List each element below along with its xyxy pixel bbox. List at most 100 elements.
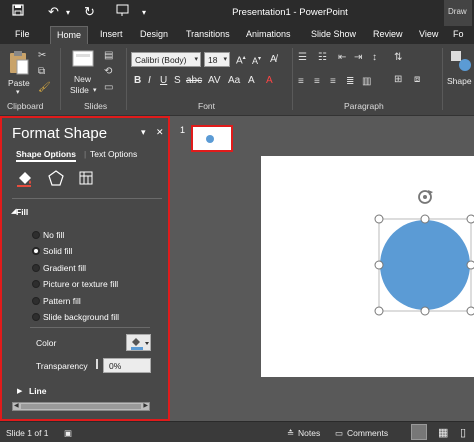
normal-view-icon[interactable] — [411, 424, 427, 440]
option-label: Gradient fill — [43, 263, 86, 273]
fill-section-header[interactable]: Fill — [16, 207, 28, 217]
shapes-button[interactable]: Shape — [447, 76, 472, 86]
justify-icon[interactable]: ≣ — [346, 76, 354, 87]
reading-view-icon[interactable]: ▯ — [460, 426, 466, 439]
character-spacing-icon[interactable]: AV — [208, 75, 221, 86]
radio-indicator — [32, 313, 40, 321]
save-icon[interactable] — [12, 4, 24, 19]
tab-transitions[interactable]: Transitions — [186, 29, 230, 39]
font-name-select[interactable]: Calibri (Body) ▾ — [131, 52, 201, 67]
tab-home[interactable]: Home — [50, 26, 89, 44]
highlight-icon[interactable]: A — [248, 75, 255, 86]
new-slide-icon[interactable] — [72, 50, 94, 68]
paste-button[interactable]: Paste — [8, 78, 30, 88]
new-slide-label[interactable]: New — [74, 74, 91, 84]
size-properties-icon[interactable] — [78, 170, 94, 186]
change-case-icon[interactable]: Aa — [228, 75, 240, 86]
tab-file[interactable]: File — [15, 29, 30, 39]
scroll-right-icon[interactable]: ▶ — [143, 402, 148, 409]
format-painter-icon[interactable]: 🖌 — [38, 82, 51, 93]
align-center-icon[interactable]: ≡ — [314, 76, 320, 87]
new-slide-button[interactable]: Slide — [70, 85, 89, 95]
format-shape-pane: Format Shape ▾ ✕ Shape Options | Text Op… — [0, 116, 170, 421]
shadow-icon[interactable]: S — [174, 75, 181, 86]
slide-thumbnail[interactable] — [191, 125, 233, 152]
align-text-icon[interactable]: ⊞ — [394, 74, 402, 85]
window-title: Presentation1 - PowerPoint — [232, 7, 348, 18]
radio-indicator — [32, 280, 40, 288]
tab-view[interactable]: View — [419, 29, 438, 39]
font-size-value: 18 — [208, 55, 218, 65]
tab-design[interactable]: Design — [140, 29, 168, 39]
fill-line-icon[interactable] — [16, 170, 32, 187]
increase-font-icon[interactable]: A▴ — [236, 54, 246, 66]
paragraph-group-label: Paragraph — [344, 101, 384, 111]
slide-sorter-icon[interactable]: ▦ — [438, 426, 448, 439]
spell-check-icon[interactable]: ▣ — [64, 428, 72, 439]
customize-quick-access-icon[interactable]: ▾ — [142, 8, 146, 17]
font-name-value: Calibri (Body) — [135, 55, 187, 65]
section-icon[interactable]: ▭ — [104, 82, 113, 93]
thumbnail-circle — [206, 135, 214, 143]
bullets-icon[interactable]: ☰ — [298, 52, 307, 63]
pane-options-icon[interactable]: ▾ — [141, 127, 146, 138]
shapes-icon[interactable] — [450, 50, 472, 72]
underline-icon[interactable]: U — [160, 75, 167, 86]
font-color-icon[interactable]: A — [266, 75, 273, 86]
start-from-beginning-icon[interactable] — [116, 4, 129, 19]
effects-icon[interactable] — [48, 170, 64, 186]
transparency-input[interactable]: 0% — [103, 358, 151, 373]
line-expand-icon[interactable]: ▶ — [17, 387, 22, 395]
scrollbar-thumb[interactable] — [21, 404, 141, 409]
notes-icon[interactable]: ≛ — [287, 428, 294, 439]
option-label: Slide background fill — [43, 312, 120, 322]
paste-icon[interactable] — [8, 50, 30, 76]
comments-icon[interactable]: ▭ — [335, 428, 343, 439]
comments-button[interactable]: Comments — [347, 428, 388, 438]
cut-icon[interactable]: ✂ — [38, 50, 46, 61]
new-slide-dropdown-icon[interactable]: ▾ — [93, 86, 97, 94]
numbering-icon[interactable]: ☷ — [318, 52, 327, 63]
decrease-font-icon[interactable]: A▾ — [252, 55, 261, 66]
font-size-select[interactable]: 18 ▾ — [204, 52, 230, 67]
ribbon-tabs: File Home Insert Design Transitions Anim… — [0, 26, 474, 44]
tab-shape-options[interactable]: Shape Options — [16, 149, 76, 162]
redo-icon[interactable]: ↻ — [84, 4, 95, 20]
tab-insert[interactable]: Insert — [100, 29, 123, 39]
transparency-label: Transparency — [36, 361, 88, 371]
circle-shape[interactable] — [368, 186, 474, 316]
layout-icon[interactable]: ▤ — [104, 50, 113, 61]
bold-icon[interactable]: B — [134, 75, 141, 86]
paste-dropdown-icon[interactable]: ▾ — [16, 88, 20, 96]
tab-review[interactable]: Review — [373, 29, 403, 39]
tab-format[interactable]: Fo — [453, 29, 464, 39]
align-left-icon[interactable]: ≡ — [298, 76, 304, 87]
columns-icon[interactable]: ▥ — [362, 76, 371, 87]
tab-slide-show[interactable]: Slide Show — [311, 29, 356, 39]
line-section-header[interactable]: Line — [29, 386, 46, 396]
fill-color-button[interactable] — [126, 334, 151, 351]
transparency-slider[interactable] — [96, 359, 98, 369]
rotate-handle[interactable] — [418, 190, 433, 204]
tab-animations[interactable]: Animations — [246, 29, 291, 39]
notes-button[interactable]: Notes — [298, 428, 320, 438]
undo-dropdown-icon[interactable]: ▾ — [66, 8, 70, 17]
decrease-indent-icon[interactable]: ⇤ — [338, 52, 346, 63]
undo-icon[interactable]: ↶ — [48, 4, 59, 20]
pane-horizontal-scrollbar[interactable]: ◀ ▶ — [12, 402, 150, 411]
tab-text-options[interactable]: Text Options — [90, 149, 137, 159]
line-spacing-icon[interactable]: ↕ — [372, 52, 377, 63]
close-icon[interactable]: ✕ — [156, 127, 164, 138]
strikethrough-icon[interactable]: abc — [186, 75, 202, 86]
tab-draw[interactable]: Draw — [444, 0, 472, 26]
smartart-icon[interactable]: ⧈ — [414, 74, 420, 85]
clipboard-group-label: Clipboard — [7, 101, 44, 111]
align-right-icon[interactable]: ≡ — [330, 76, 336, 87]
italic-icon[interactable]: I — [148, 75, 151, 86]
increase-indent-icon[interactable]: ⇥ — [354, 52, 362, 63]
text-direction-icon[interactable]: ⇅ — [394, 52, 402, 63]
reset-icon[interactable]: ⟲ — [104, 66, 112, 77]
clear-formatting-icon[interactable]: A̸ — [270, 54, 277, 65]
copy-icon[interactable]: ⧉ — [38, 66, 45, 77]
scroll-left-icon[interactable]: ◀ — [14, 402, 19, 409]
